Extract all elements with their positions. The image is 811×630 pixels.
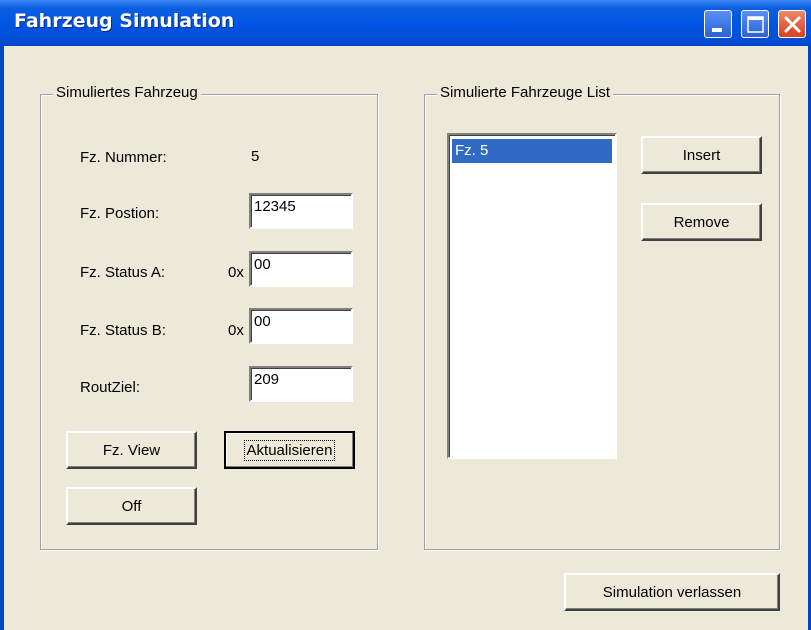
- fz-status-b-prefix: 0x: [228, 322, 244, 339]
- minimize-button[interactable]: [704, 10, 732, 38]
- window-border-left: [0, 46, 4, 630]
- maximize-icon: [747, 16, 764, 33]
- fz-nummer-value: 5: [251, 148, 260, 165]
- close-icon: [784, 16, 801, 33]
- dialog-window: Fahrzeug Simulation Simuliertes Fahrzeug…: [0, 0, 811, 630]
- fz-position-label: Fz. Postion:: [80, 205, 160, 222]
- fz-status-b-label: Fz. Status B:: [80, 322, 166, 339]
- fz-status-b-input[interactable]: 00: [249, 308, 353, 344]
- fz-status-a-input[interactable]: 00: [249, 251, 353, 287]
- simulation-verlassen-button[interactable]: Simulation verlassen: [564, 573, 780, 611]
- off-button[interactable]: Off: [66, 487, 197, 525]
- fz-nummer-label: Fz. Nummer:: [80, 149, 167, 166]
- maximize-button[interactable]: [741, 10, 769, 38]
- fz-position-input[interactable]: 12345: [249, 193, 353, 229]
- title-bar[interactable]: Fahrzeug Simulation: [0, 0, 811, 46]
- fz-view-button[interactable]: Fz. View: [66, 431, 197, 469]
- list-item[interactable]: Fz. 5: [452, 139, 612, 163]
- close-button[interactable]: [778, 10, 806, 38]
- insert-button[interactable]: Insert: [641, 136, 762, 174]
- aktualisieren-button-label: Aktualisieren: [243, 439, 336, 461]
- list-group-label: Simulierte Fahrzeuge List: [437, 84, 614, 101]
- routziel-input[interactable]: 209: [249, 366, 353, 402]
- fz-status-a-prefix: 0x: [228, 264, 244, 281]
- routziel-label: RoutZiel:: [80, 379, 141, 396]
- remove-button[interactable]: Remove: [641, 203, 762, 241]
- aktualisieren-button[interactable]: Aktualisieren: [224, 431, 355, 469]
- vehicle-group-label: Simuliertes Fahrzeug: [53, 84, 201, 101]
- minimize-icon: [712, 28, 722, 32]
- window-title: Fahrzeug Simulation: [14, 10, 235, 32]
- vehicle-listbox[interactable]: Fz. 5: [447, 133, 617, 459]
- fz-status-a-label: Fz. Status A:: [80, 264, 166, 281]
